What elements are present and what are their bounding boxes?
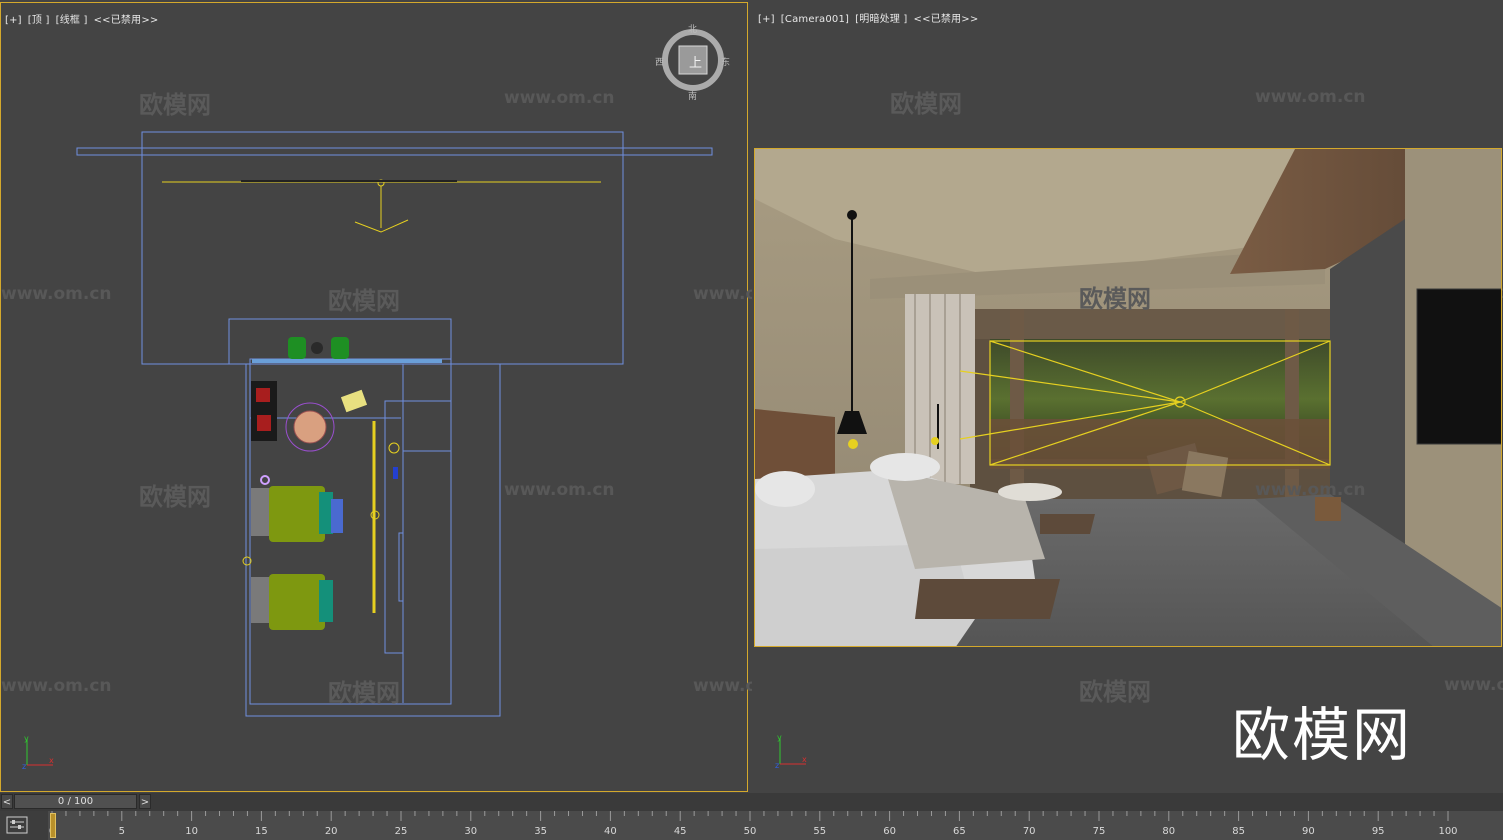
frame-tick-label: 30 [464,826,478,837]
axis-gizmo-icon: y x z [775,733,807,770]
watermark-url: www.om.cn [504,88,615,108]
frame-tick-label: 85 [1232,826,1245,837]
frame-tick-label: 55 [813,826,827,837]
time-next-button[interactable]: > [139,794,151,809]
curve-editor-icon[interactable] [6,816,28,834]
viewport-shading-menu[interactable]: [明暗处理 ] [855,14,907,25]
frame-tick-label: 100 [1438,826,1458,837]
watermark-brand: 欧模网 [1079,285,1151,313]
frame-tick-label: 65 [953,826,966,837]
svg-text:z: z [22,762,26,771]
track-bar[interactable]: 0510152025303540455055606570758085909510… [0,811,1503,840]
time-slider-bar[interactable]: < 0 / 100 > [0,793,1503,811]
axis-gizmo-icon: y x z [22,734,54,771]
svg-text:y: y [777,733,782,742]
watermark-url: www.om.cn [1444,675,1503,695]
svg-text:x: x [49,756,54,765]
shelf-outline [402,400,452,452]
frame-tick-label: 95 [1371,826,1385,837]
time-playhead[interactable] [50,813,56,838]
watermark-brand: 欧模网 [1079,678,1151,706]
viewport-disabled-status[interactable]: <<已禁用>> [914,14,979,25]
plant-left [288,337,306,359]
bed-1 [269,486,325,542]
viewport-camera-menu[interactable]: [Camera001] [781,14,849,25]
svg-text:y: y [24,734,29,743]
watermark-url: www.om.cn [1255,87,1366,107]
frame-tick-label: 80 [1162,826,1176,837]
time-slider[interactable]: 0 / 100 [14,794,137,809]
frame-tick-label: 90 [1302,826,1315,837]
camera-viewport-label[interactable]: [+] [Camera001] [明暗处理 ] <<已禁用>> [758,10,984,25]
watermark-brand: 欧模网 [328,679,400,707]
watermark-brand: 欧模网 [139,483,211,511]
frame-ruler[interactable]: 0510152025303540455055606570758085909510… [48,811,1503,840]
frame-tick-label: 50 [743,826,757,837]
frame-tick-label: 75 [1092,826,1106,837]
frame-tick-label: 5 [118,826,125,837]
wardrobe-outline [384,400,404,654]
watermark-url: www.om.cn [504,480,615,500]
svg-text:z: z [775,761,779,770]
watermark-brand: 欧模网 [139,91,211,119]
watermark-url: www.om.cn [1255,480,1366,500]
watermark-url: www.om.cn [1,284,112,304]
frame-tick-label: 15 [255,826,268,837]
frame-tick-label: 20 [324,826,338,837]
bedroom-render-image [755,149,1501,646]
frame-tick-label: 60 [883,826,896,837]
time-prev-button[interactable]: < [1,794,13,809]
frame-tick-label: 10 [185,826,198,837]
watermark-brand: 欧模网 [890,90,962,118]
top-viewport[interactable]: [+] [顶 ] [线框 ] <<已禁用>> 上 北 南 东 西 欧模网 www… [0,2,804,792]
frame-tick-label: 70 [1022,826,1036,837]
frame-tick-label: 45 [673,826,687,837]
beam-outline [76,147,713,156]
watermark-brand: 欧模网 [328,287,400,315]
frame-tick-label: 25 [394,826,408,837]
bed-2 [269,574,325,630]
frame-tick-label: 35 [534,826,547,837]
ceiling-outline [141,131,624,365]
viewport-plus-menu[interactable]: [+] [758,14,775,25]
plant-right [331,337,349,359]
camera-render-frame[interactable]: 欧模网 www.om.cn [754,148,1502,647]
svg-text:x: x [802,755,807,764]
frame-tick-label: 40 [604,826,617,837]
brand-logo: 欧模网 [1232,701,1413,769]
watermark-url: www.om.cn [1,676,112,696]
